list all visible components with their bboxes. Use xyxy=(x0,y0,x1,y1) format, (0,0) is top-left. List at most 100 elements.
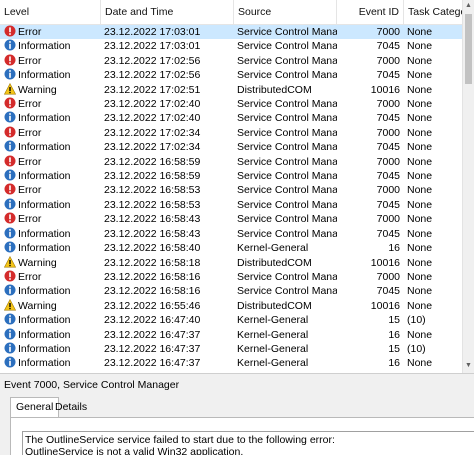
event-row[interactable]: Warning 23.12.2022 17:02:51 DistributedCOM… xyxy=(0,82,462,97)
column-header-source[interactable]: Source xyxy=(234,0,337,24)
event-level-label: Warning xyxy=(18,256,57,269)
information-icon xyxy=(4,111,16,123)
event-id: 7000 xyxy=(376,98,400,111)
event-row[interactable]: Error 23.12.2022 16:58:59 Service Control … xyxy=(0,155,462,169)
event-row[interactable]: Information 23.12.2022 16:58:16 Service Co… xyxy=(0,284,462,298)
event-row[interactable]: Error 23.12.2022 17:03:01 Service Control … xyxy=(0,25,462,40)
event-level-label: Information xyxy=(18,242,71,255)
event-row[interactable]: Information 23.12.2022 16:58:40 Kernel-Gen… xyxy=(0,241,462,255)
event-source: Kernel-General xyxy=(237,342,309,355)
event-id: 7045 xyxy=(376,141,400,154)
information-icon xyxy=(4,284,16,296)
event-source: Service Control Mana... xyxy=(237,26,337,38)
error-icon xyxy=(4,212,16,224)
event-task-category: None xyxy=(407,285,433,298)
event-date: 23.12.2022 16:58:53 xyxy=(104,198,201,211)
grid-header: Level Date and Time Source Event ID Task… xyxy=(0,0,462,25)
event-source: Service Control Mana... xyxy=(237,270,337,283)
error-icon xyxy=(4,25,16,37)
scroll-up-arrow-icon[interactable]: ▲ xyxy=(465,2,472,10)
event-task-category: None xyxy=(407,170,433,183)
event-row[interactable]: Information 23.12.2022 17:02:40 Service Co… xyxy=(0,111,462,125)
event-task-category: None xyxy=(407,126,433,139)
column-header-task-category[interactable]: Task Category xyxy=(404,0,462,24)
information-icon xyxy=(4,140,16,152)
column-header-date[interactable]: Date and Time xyxy=(101,0,234,24)
event-level: Error xyxy=(0,183,99,197)
event-level-label: Error xyxy=(18,26,42,38)
event-id: 7000 xyxy=(376,26,400,38)
general-tab-body: The OutlineService service failed to sta… xyxy=(10,417,474,455)
event-date: 23.12.2022 17:02:40 xyxy=(104,112,201,125)
event-level: Warning xyxy=(0,82,99,97)
event-message-box[interactable]: The OutlineService service failed to sta… xyxy=(22,431,474,455)
event-date: 23.12.2022 16:58:43 xyxy=(104,227,201,240)
event-date: 23.12.2022 17:03:01 xyxy=(104,26,201,38)
scroll-down-arrow-icon[interactable]: ▼ xyxy=(465,362,472,370)
information-icon xyxy=(4,356,16,368)
event-row[interactable]: Error 23.12.2022 16:58:16 Service Control … xyxy=(0,270,462,284)
event-row[interactable]: Error 23.12.2022 17:02:40 Service Control … xyxy=(0,97,462,111)
event-source: DistributedCOM xyxy=(237,299,312,312)
scrollbar-thumb[interactable] xyxy=(465,14,472,84)
event-level-label: Information xyxy=(18,69,71,82)
event-task-category: (10) xyxy=(407,314,426,327)
event-id: 7000 xyxy=(376,54,400,67)
event-level-label: Information xyxy=(18,170,71,183)
event-id: 7000 xyxy=(376,184,400,197)
event-level: Error xyxy=(0,212,99,226)
event-task-category: None xyxy=(407,141,433,154)
event-task-category: None xyxy=(407,69,433,82)
event-row[interactable]: Information 23.12.2022 17:03:01 Service Co… xyxy=(0,39,462,53)
event-level: Information xyxy=(0,227,99,241)
event-row[interactable]: Information 23.12.2022 16:47:37 Kernel-Gen… xyxy=(0,328,462,342)
event-row[interactable]: Error 23.12.2022 17:02:34 Service Control … xyxy=(0,126,462,140)
event-task-category: None xyxy=(407,184,433,197)
event-date: 23.12.2022 16:47:37 xyxy=(104,342,201,355)
event-level: Warning xyxy=(0,298,99,313)
event-level: Information xyxy=(0,169,99,183)
event-date: 23.12.2022 17:02:56 xyxy=(104,69,201,82)
event-row[interactable]: Information 23.12.2022 16:47:40 Kernel-Gen… xyxy=(0,313,462,327)
error-icon xyxy=(4,97,16,109)
event-row[interactable]: Error 23.12.2022 17:02:56 Service Control … xyxy=(0,54,462,68)
detail-title: Event 7000, Service Control Manager xyxy=(4,379,180,391)
event-level: Error xyxy=(0,270,99,284)
event-task-category: None xyxy=(407,242,433,255)
event-row[interactable]: Warning 23.12.2022 16:58:18 DistributedCOM… xyxy=(0,255,462,270)
event-row[interactable]: Warning 23.12.2022 16:55:46 DistributedCOM… xyxy=(0,298,462,313)
event-task-category: (10) xyxy=(407,342,426,355)
error-icon xyxy=(4,126,16,138)
event-source: Kernel-General xyxy=(237,314,309,327)
event-row[interactable]: Information 23.12.2022 16:58:59 Service Co… xyxy=(0,169,462,183)
event-source: Kernel-General xyxy=(237,357,309,370)
event-row[interactable]: Information 23.12.2022 17:02:34 Service Co… xyxy=(0,140,462,154)
event-row[interactable]: Information 23.12.2022 16:47:37 Kernel-Gen… xyxy=(0,356,462,370)
column-header-level[interactable]: Level xyxy=(0,0,101,24)
error-icon xyxy=(4,54,16,66)
event-row[interactable]: Error 23.12.2022 16:58:53 Service Control … xyxy=(0,183,462,197)
event-id: 7045 xyxy=(376,170,400,183)
event-level-label: Information xyxy=(18,112,71,125)
event-level-label: Error xyxy=(18,270,42,283)
column-header-event-id[interactable]: Event ID xyxy=(337,0,404,24)
event-level: Information xyxy=(0,39,99,53)
event-row[interactable]: Information 23.12.2022 16:58:53 Service Co… xyxy=(0,198,462,212)
event-row[interactable]: Information 23.12.2022 16:58:43 Service Co… xyxy=(0,227,462,241)
event-level: Error xyxy=(0,155,99,169)
event-row[interactable]: Error 23.12.2022 16:58:43 Service Control … xyxy=(0,212,462,226)
event-row[interactable]: Information 23.12.2022 17:02:56 Service Co… xyxy=(0,68,462,82)
event-level-label: Error xyxy=(18,126,42,139)
event-source: Kernel-General xyxy=(237,242,309,255)
event-id: 7000 xyxy=(376,270,400,283)
vertical-scrollbar[interactable]: ▲ ▼ xyxy=(462,0,474,373)
tab-details[interactable]: Details xyxy=(50,398,92,416)
event-source: Service Control Mana... xyxy=(237,40,337,53)
event-level-label: Information xyxy=(18,198,71,211)
event-row[interactable]: Information 23.12.2022 16:47:37 Kernel-Gen… xyxy=(0,342,462,356)
event-source: Service Control Mana... xyxy=(237,112,337,125)
event-level-label: Information xyxy=(18,285,71,298)
event-id: 7045 xyxy=(376,227,400,240)
events-grid[interactable]: Level Date and Time Source Event ID Task… xyxy=(0,0,462,373)
event-level-label: Information xyxy=(18,314,71,327)
